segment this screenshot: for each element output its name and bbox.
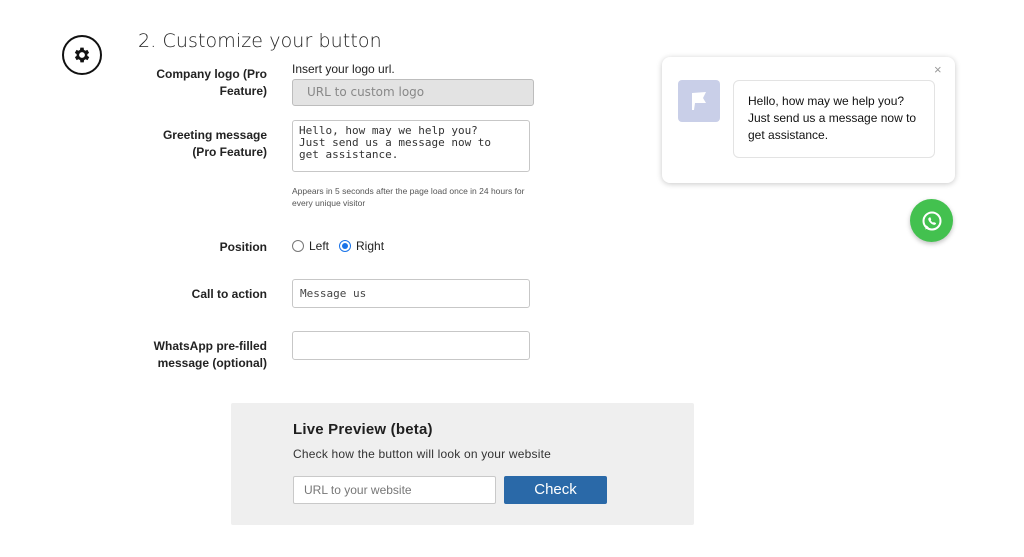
- prefilled-label-line2: message (optional): [157, 356, 267, 370]
- section-title: 2. Customize your button: [138, 30, 382, 52]
- company-logo-hint: Insert your logo url.: [292, 62, 395, 76]
- prefilled-message-input[interactable]: [292, 331, 530, 360]
- check-button[interactable]: Check: [504, 476, 607, 504]
- website-url-input[interactable]: URL to your website: [293, 476, 496, 504]
- close-icon[interactable]: ×: [934, 62, 942, 77]
- greeting-label-line2: (Pro Feature): [192, 145, 267, 159]
- position-right-radio[interactable]: [339, 240, 352, 252]
- prefilled-label: WhatsApp pre-filled message (optional): [154, 338, 267, 372]
- call-to-action-label: Call to action: [191, 287, 267, 301]
- greeting-note: Appears in 5 seconds after the page load…: [292, 186, 525, 208]
- position-left-label[interactable]: Left: [309, 239, 329, 253]
- company-logo-label-line1: Company logo (Pro: [156, 67, 267, 81]
- call-to-action-input[interactable]: Message us: [292, 279, 530, 308]
- position-left-radio[interactable]: [292, 240, 304, 252]
- greeting-label-line1: Greeting message: [162, 128, 267, 142]
- company-logo-label: Company logo (Pro Feature): [156, 66, 267, 100]
- position-radio-group: Left Right: [292, 239, 394, 253]
- greeting-label: Greeting message (Pro Feature): [163, 127, 267, 161]
- position-label: Position: [219, 240, 267, 254]
- company-logo-label-line2: Feature): [219, 84, 267, 98]
- live-preview-title: Live Preview (beta): [293, 421, 433, 438]
- position-right-label[interactable]: Right: [356, 239, 384, 253]
- flag-icon: [678, 80, 720, 122]
- gear-icon: [62, 35, 102, 75]
- greeting-bubble: Hello, how may we help you? Just send us…: [733, 80, 935, 158]
- company-logo-input[interactable]: URL to custom logo: [292, 79, 534, 106]
- live-preview-subtitle: Check how the button will look on your w…: [293, 447, 552, 461]
- prefilled-label-line1: WhatsApp pre-filled: [153, 339, 267, 353]
- whatsapp-icon[interactable]: [910, 199, 953, 242]
- greeting-textarea[interactable]: Hello, how may we help you? Just send us…: [292, 120, 530, 172]
